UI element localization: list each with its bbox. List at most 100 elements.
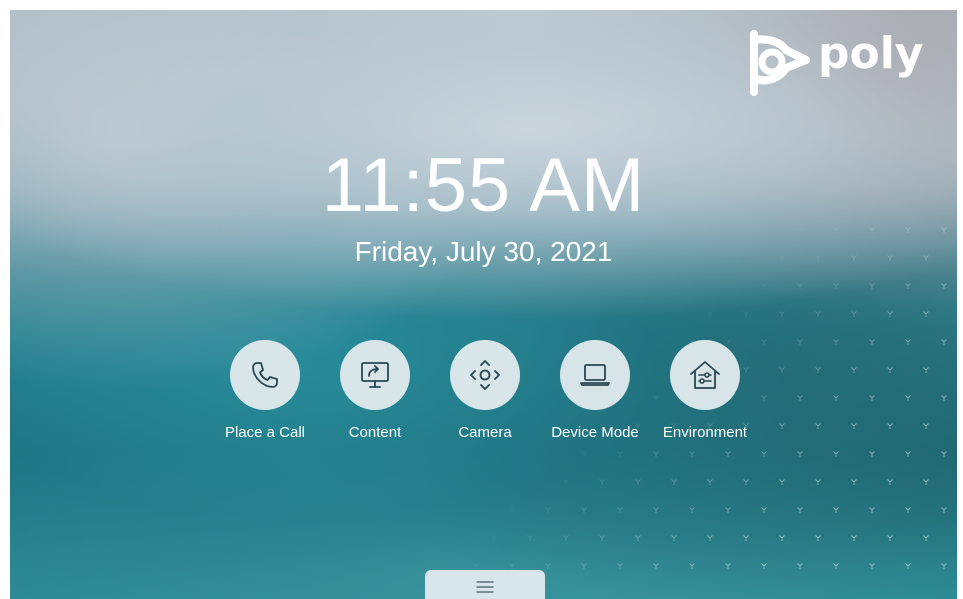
- background-dot: [905, 507, 911, 513]
- background-dot: [653, 451, 659, 457]
- place-a-call-button[interactable]: Place a Call: [210, 340, 320, 450]
- background-dot: [779, 311, 785, 317]
- background-dot: [905, 227, 911, 233]
- background-dot: [851, 535, 857, 541]
- background-dot: [617, 563, 623, 569]
- background-dot: [671, 479, 677, 485]
- background-dot: [797, 563, 803, 569]
- background-dot: [563, 479, 569, 485]
- background-dot: [923, 367, 929, 373]
- home-screen: poly 11:55 AM Friday, July 30, 2021 Plac…: [10, 10, 957, 599]
- camera-button[interactable]: Camera: [430, 340, 540, 450]
- home-controls-icon: [690, 361, 720, 389]
- background-dot: [851, 479, 857, 485]
- background-dot: [833, 563, 839, 569]
- background-dot: [707, 311, 713, 317]
- background-dot: [869, 283, 875, 289]
- background-dot: [689, 507, 695, 513]
- brand-logo: poly: [746, 26, 924, 98]
- phone-icon: [252, 362, 278, 388]
- share-screen-icon: [361, 362, 389, 388]
- camera-control-icon: [470, 360, 500, 390]
- environment-circle[interactable]: [670, 340, 740, 410]
- background-dot: [545, 507, 551, 513]
- background-dot: [725, 507, 731, 513]
- background-dot: [941, 451, 947, 457]
- content-button[interactable]: Content: [320, 340, 430, 450]
- clock-date: Friday, July 30, 2021: [354, 236, 613, 267]
- background-dot: [797, 395, 803, 401]
- background-dot: [797, 227, 803, 233]
- background-dot: [833, 227, 839, 233]
- background-dot: [887, 311, 893, 317]
- background-dot: [887, 479, 893, 485]
- background-dot: [491, 535, 497, 541]
- background-dot: [833, 339, 839, 345]
- background-dot: [851, 423, 857, 429]
- background-dot: [833, 283, 839, 289]
- background-dot: [779, 479, 785, 485]
- background-dot: [653, 563, 659, 569]
- menu-tray-handle[interactable]: [425, 570, 545, 599]
- background-dot: [941, 563, 947, 569]
- background-dot: [635, 479, 641, 485]
- background-dot: [941, 395, 947, 401]
- background-dot: [509, 563, 515, 569]
- background-dot: [869, 227, 875, 233]
- background-dot: [671, 535, 677, 541]
- camera-circle[interactable]: [450, 340, 520, 410]
- background-dot: [923, 311, 929, 317]
- background-dot: [599, 535, 605, 541]
- background-dot: [869, 395, 875, 401]
- background-dot: [815, 535, 821, 541]
- background-dot: [833, 451, 839, 457]
- background-dot: [833, 395, 839, 401]
- environment-label: Environment: [662, 424, 748, 441]
- background-dot: [761, 451, 767, 457]
- background-dot: [707, 535, 713, 541]
- menu-icon: [476, 581, 494, 593]
- background-dot: [725, 563, 731, 569]
- background-dot: [581, 451, 587, 457]
- background-dot: [761, 563, 767, 569]
- background-dot: [941, 339, 947, 345]
- background-dot: [581, 563, 587, 569]
- background-dot: [617, 507, 623, 513]
- background-dot: [761, 283, 767, 289]
- environment-button[interactable]: Environment: [650, 340, 760, 450]
- background-dot: [923, 423, 929, 429]
- background-dot: [941, 227, 947, 233]
- background-dot: [707, 479, 713, 485]
- background-dot: [779, 535, 785, 541]
- background-dot: [509, 507, 515, 513]
- background-dot: [473, 563, 479, 569]
- poly-logo-icon: [750, 30, 810, 96]
- background-dot: [581, 507, 587, 513]
- background-dot: [743, 479, 749, 485]
- quick-actions: Place a Call Content Camera Device Mode …: [210, 340, 770, 450]
- background-dot: [905, 395, 911, 401]
- background-dot: [743, 535, 749, 541]
- background-dot: [869, 339, 875, 345]
- background-dot: [869, 507, 875, 513]
- background-dot: [905, 451, 911, 457]
- background-dot: [528, 480, 533, 486]
- background-dot: [743, 311, 749, 317]
- device-mode-circle[interactable]: [560, 340, 630, 410]
- background-dot: [797, 451, 803, 457]
- background-dot: [689, 451, 695, 457]
- background-dot: [833, 507, 839, 513]
- content-circle[interactable]: [340, 340, 410, 410]
- background-dot: [761, 507, 767, 513]
- laptop-icon: [580, 364, 610, 386]
- background-dot: [653, 507, 659, 513]
- device-mode-button[interactable]: Device Mode: [540, 340, 650, 450]
- background-dot: [905, 283, 911, 289]
- background-dot: [941, 283, 947, 289]
- background-dot: [851, 367, 857, 373]
- place-a-call-circle[interactable]: [230, 340, 300, 410]
- background-dot: [797, 339, 803, 345]
- background-dot: [563, 535, 569, 541]
- background-dot: [779, 367, 785, 373]
- background-dot: [617, 451, 623, 457]
